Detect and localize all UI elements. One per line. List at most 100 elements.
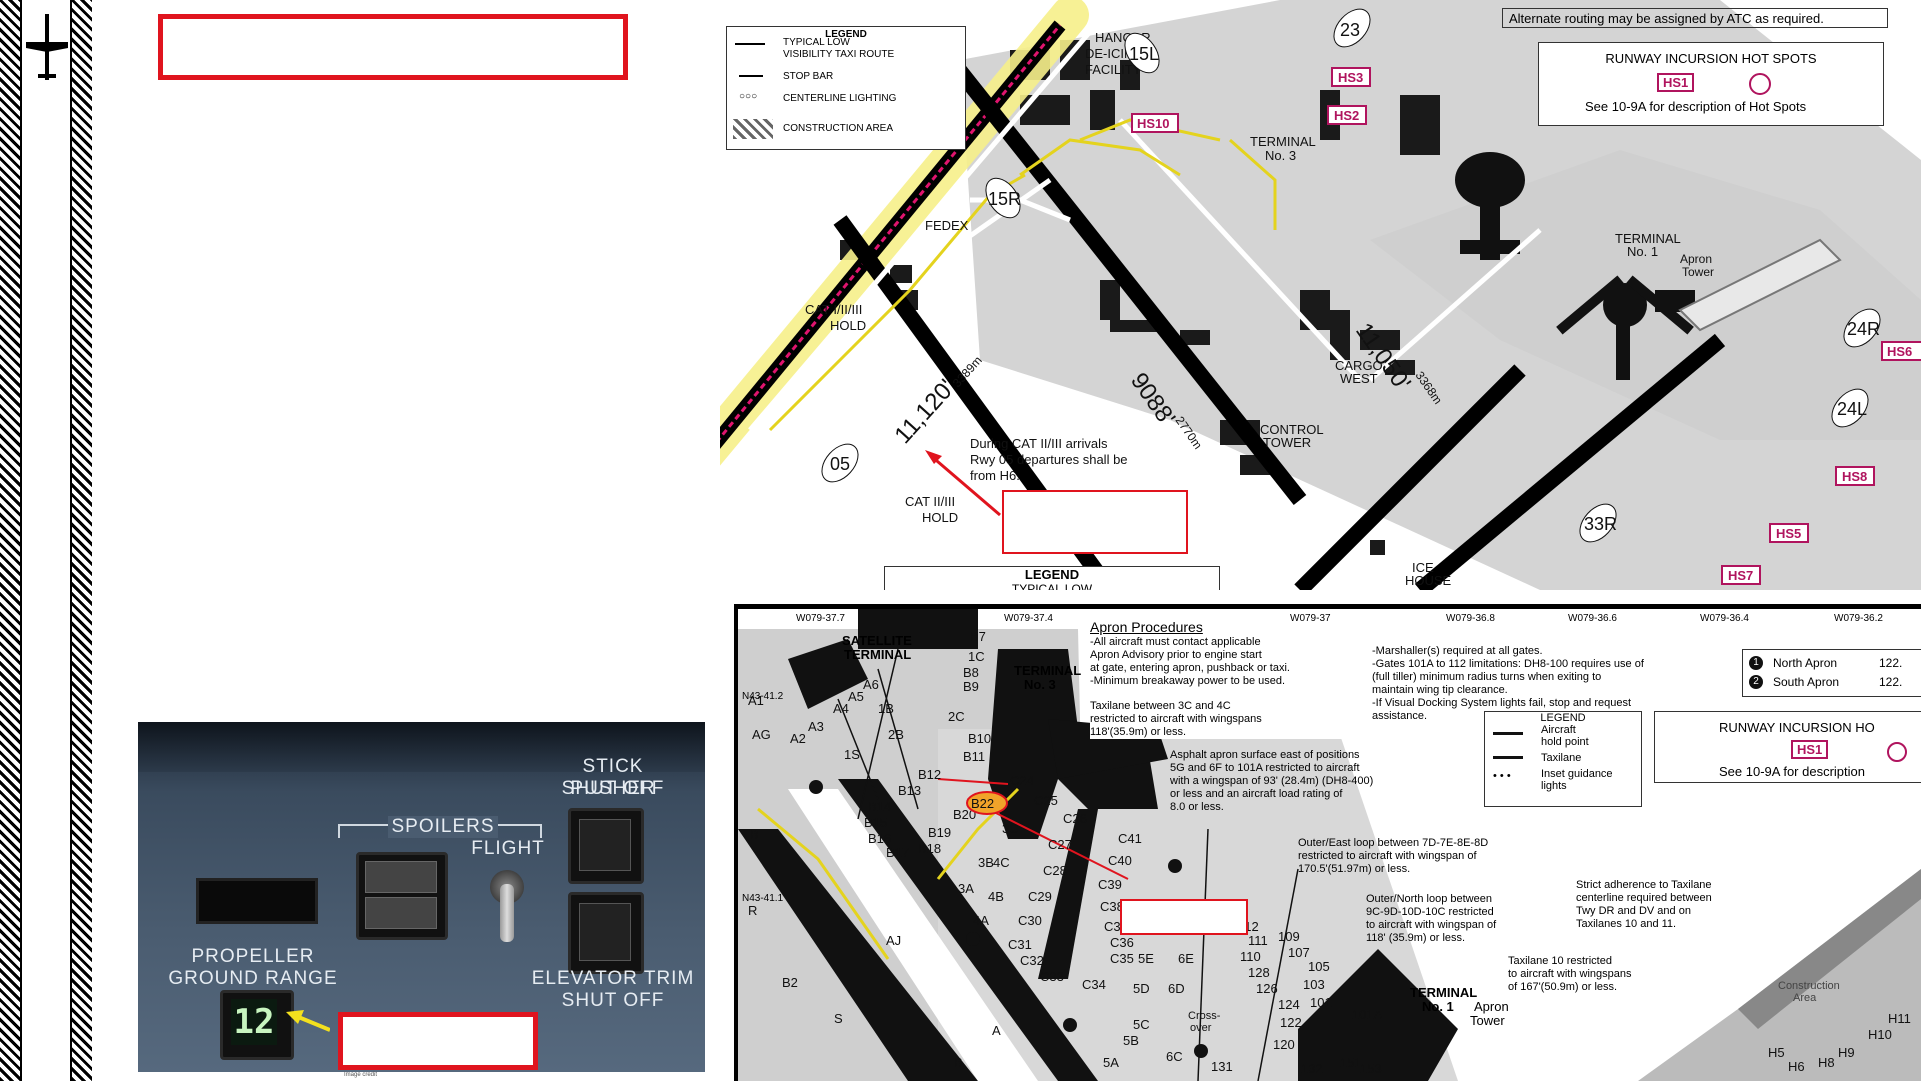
label-ice-house: HOUSE [1405,573,1452,588]
stick-pusher-lens [579,819,631,871]
redaction-box-bottom-chart [1120,899,1248,935]
taxilane-icon [1493,756,1523,759]
gate-h8: H8 [1818,1055,1835,1070]
gate-110: 110 [1240,949,1261,964]
apron-line-3: at gate, entering apron, pushback or tax… [1090,662,1290,674]
taxiway-aj: AJ [886,933,901,948]
construction-label: Construction [1778,980,1840,992]
runway-end-23: 23 [1340,20,1360,40]
runway-length-1: 11,120' [889,374,960,449]
gate-c24: C24 [1010,773,1034,788]
legend-holdpoint: hold point [1541,736,1589,748]
alt-routing-note: Alternate routing may be assigned by ATC… [1502,8,1888,28]
hotspot-title: RUNWAY INCURSION HOT SPOTS [1605,51,1817,66]
gate-122: 122 [1280,1015,1302,1030]
gate-h6: H6 [1788,1059,1805,1074]
stick-pusher-button[interactable] [568,808,644,884]
gate-1s: 1S [844,747,860,762]
coord-6: W079-36.4 [1700,613,1749,624]
stop-bar-icon [739,75,763,77]
strict-4: Taxilanes 10 and 11. [1576,918,1677,930]
left-hatch-border [0,0,20,1081]
inset-lights-icon: • • • [1493,770,1511,782]
gate-111: 111 [1248,933,1268,948]
legend-fragment-sub: TYPICAL LOW [1011,582,1093,590]
gate-124: 124 [1278,997,1300,1012]
taxiway-a: A [992,1023,1001,1038]
label-apron: Apron [1680,252,1712,266]
gate-5b: 5B [1123,1033,1139,1048]
gate-a3: A3 [808,719,824,734]
coord-2: W079-37.4 [1004,613,1053,624]
label-elevator-trim: ELEVATOR TRIM [531,968,695,989]
hotspot-box: RUNWAY INCURSION HOT SPOTS HS1 See 10-9A… [1538,42,1884,126]
gate-b17: B17 [886,845,909,860]
gate-b19: B19 [928,825,951,840]
taxilane-line-3: 118'(35.9m) or less. [1090,726,1187,738]
bottom-legend-fragment: LEGEND TYPICAL LOW [884,566,1220,590]
gate-c41: C41 [1118,831,1142,846]
label-stick-shut-off: SHUT OFF [561,778,665,799]
top-airport-chart: HANGAR DE-ICING FACILITY TERMINAL No. 3 … [720,0,1921,590]
gate-131: 131 [1211,1059,1233,1074]
propeller-ground-range-button[interactable]: 12 [220,990,294,1060]
gate-c34: C34 [1082,977,1106,992]
terminal3-label: TERMINAL [1014,663,1082,678]
gate-1b: 1B [878,701,894,716]
flight-toggle-switch[interactable] [490,870,524,942]
terminal3-label-b: No. 3 [1024,677,1056,692]
gate-153: 153 [1360,1061,1382,1076]
hotspot-ref: See 10-9A for description of Hot Spots [1585,99,1807,114]
gate-b7: B7 [970,629,986,644]
bottom-hotspot-box: RUNWAY INCURSION HO HS1 See 10-9A for de… [1654,711,1921,783]
asphalt-line-2: 5G and 6F to 101A restricted to aircraft [1170,762,1360,774]
lat-label-1: N43-41.2 [742,691,784,702]
label-fedex: FEDEX [925,218,969,233]
gate-h10: H10 [1868,1027,1892,1042]
apron-line-2: Apron Advisory prior to engine start [1090,649,1262,661]
taxiway-s: S [834,1011,843,1026]
lat-label-2: N43-41.1 [742,893,784,904]
taxiway-ag: AG [752,727,771,742]
elevator-trim-button[interactable] [568,892,644,974]
legend-item-route-b: VISIBILITY TAXI ROUTE [783,49,895,60]
taxilane-line-2: restricted to aircraft with wingspans [1090,713,1262,725]
runway-end-05: 05 [830,454,850,474]
gate-b10: B10 [968,731,991,746]
label-apron-tower: Tower [1682,265,1714,279]
gate-128: 128 [1248,965,1270,980]
legend-item-centerline: CENTERLINE LIGHTING [783,93,897,104]
marshaller-line-4: maintain wing tip clearance. [1372,684,1508,696]
gate-b12: B12 [918,767,941,782]
gate-4c: 4C [993,855,1010,870]
runway-end-24l: 24L [1837,399,1867,419]
south-apron-freq: 122. [1879,675,1903,689]
gate-109: 109 [1278,929,1300,944]
gate-3c: 3C [1002,821,1019,836]
marshaller-line-2: -Gates 101A to 112 limitations: DH8-100 … [1372,658,1644,670]
gate-4b: 4B [988,889,1004,904]
gate-c27: C27 [1048,837,1072,852]
apron-tower-label-b: Tower [1470,1013,1505,1028]
gate-c40: C40 [1108,853,1132,868]
centerline-icon: ○○○ [739,91,758,102]
hotspot-hs7: HS7 [1728,568,1753,583]
gate-b14: B14 [868,799,891,814]
terminal1-label-b: No. 1 [1422,999,1454,1014]
label-propeller: PROPELLER [191,946,315,967]
top-legend-box: LEGEND TYPICAL LOW VISIBILITY TAXI ROUTE… [726,26,966,150]
redaction-box-top-chart [1002,490,1188,554]
outer-north-1: Outer/North loop between [1366,893,1492,905]
outer-north-4: 118' (35.9m) or less. [1366,932,1466,944]
right-hatch-border [72,0,92,1081]
spoilers-switch[interactable] [356,852,448,940]
marshaller-line-1: -Marshaller(s) required at all gates. [1372,645,1543,657]
highlighted-gate-b22: B22 [971,796,994,811]
outer-east-1: Outer/East loop between 7D-7E-8E-8D [1298,837,1489,849]
label-cargo-west: WEST [1340,371,1378,386]
gate-b15: B15 [864,815,887,830]
gate-5e: 5E [1138,951,1154,966]
gate-c28: C28 [1043,863,1067,878]
label-terminal3-no: No. 3 [1265,148,1296,163]
strict-2: centerline required between [1576,892,1712,904]
